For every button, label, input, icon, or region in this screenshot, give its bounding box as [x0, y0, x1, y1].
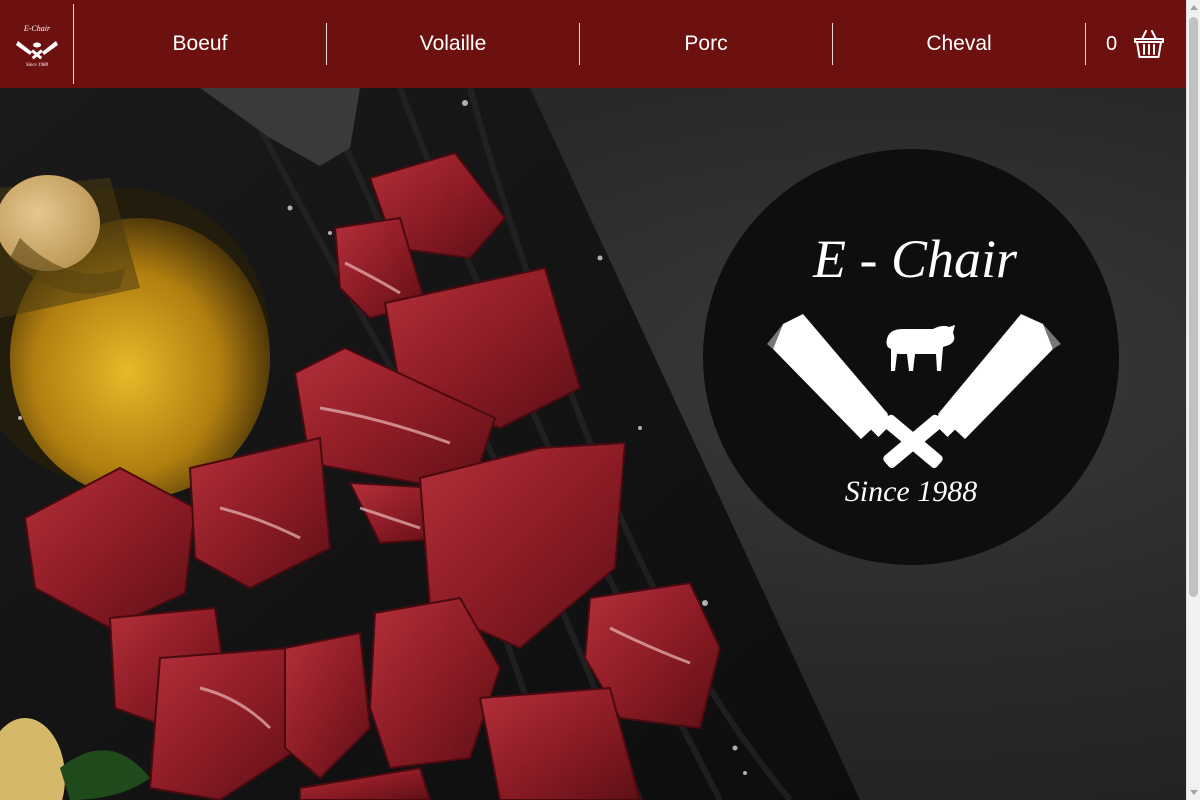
scroll-thumb[interactable] [1189, 17, 1198, 597]
nav-link-porc[interactable]: Porc [580, 23, 833, 65]
nav-link-cheval[interactable]: Cheval [833, 23, 1086, 65]
basket-icon [1134, 30, 1165, 58]
brand-logo[interactable]: E-Chair Since 1988 [0, 4, 74, 84]
page: E-Chair Since 1988 Boeuf Volaille Porc C… [0, 0, 1200, 800]
top-navbar: E-Chair Since 1988 Boeuf Volaille Porc C… [0, 0, 1186, 88]
emblem-title: E - Chair [812, 229, 1018, 289]
brand-emblem: E - Chair Since 1988 [703, 149, 1119, 565]
cart-count: 0 [1106, 32, 1118, 55]
emblem-tagline: Since 1988 [845, 475, 977, 508]
nav-link-volaille[interactable]: Volaille [327, 23, 580, 65]
logo-mini-tagline: Since 1988 [25, 63, 48, 68]
nav-link-boeuf[interactable]: Boeuf [74, 23, 327, 65]
scroll-up-arrow-icon[interactable] [1190, 5, 1198, 10]
vertical-scrollbar[interactable] [1186, 0, 1200, 800]
logo-icon: E-Chair Since 1988 [15, 24, 58, 68]
logo-mini-name: E-Chair [22, 24, 50, 33]
hero-banner: E - Chair Since 1988 [0, 88, 1186, 800]
scroll-down-arrow-icon[interactable] [1190, 790, 1198, 795]
cart-button[interactable]: 0 [1086, 23, 1186, 65]
